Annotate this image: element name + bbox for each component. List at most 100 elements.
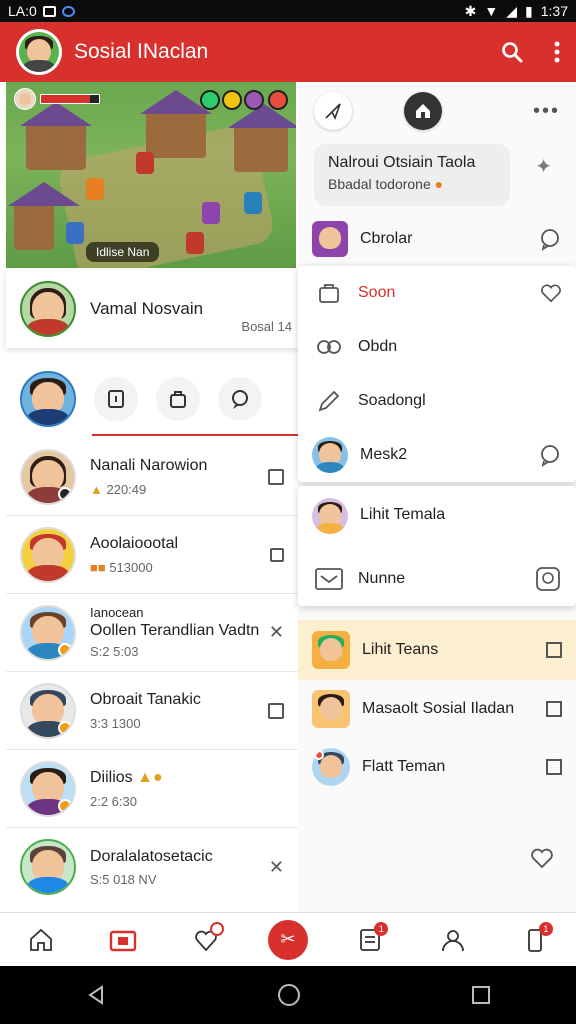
list-item[interactable]: Flatt Teman [298,738,576,796]
menu-item-obdn[interactable]: Obdn [298,320,576,374]
context-menu: Soon Obdn Soadongl Mesk2 [298,266,576,482]
heart-icon[interactable] [530,846,554,875]
nav-media[interactable] [103,920,143,960]
contact-sub: S:5 018 NV [90,872,157,888]
nav-favorites[interactable] [186,920,226,960]
menu-item-label: Soon [358,284,396,301]
submenu: Lihit Temala Nunne [298,486,576,606]
list-item[interactable]: Obroait Tanakic 3:3 1300 [6,672,298,750]
quick-actions [6,360,298,438]
panel-item[interactable]: Cbrolar [298,212,576,266]
sparkle-icon[interactable]: ✦ [535,154,552,179]
recents-icon[interactable] [471,985,491,1005]
menu-item-label: Mesk2 [360,446,408,463]
power-icon [268,90,288,110]
chat-icon[interactable] [538,227,562,251]
contact-name: Diilios [90,769,133,787]
list-item-label: Lihit Teans [362,641,439,658]
menu-item-label: Nunne [358,570,406,587]
app-icon [61,5,75,17]
home-button[interactable] [404,92,442,130]
profile-avatar[interactable] [16,29,62,75]
list-item-label: Flatt Teman [362,758,446,775]
avatar[interactable] [20,371,76,427]
featured-sub: Bosal 14 [241,319,292,334]
chat-icon[interactable] [538,443,562,467]
heart-icon[interactable] [540,282,562,304]
status-bar: LA:0 ✱ ▼ ◢ ▮ 1:37 [0,0,576,22]
system-nav [0,966,576,1024]
menu-item-nunne[interactable]: Nunne [298,552,576,606]
gallery-icon [42,5,56,17]
app-bar: Sosial INaclan [0,22,576,82]
contact-tag: Ianocean [90,605,144,621]
menu-item-mesk2[interactable]: Mesk2 [298,428,576,482]
panel-item-label: Cbrolar [360,230,413,247]
select-checkbox[interactable] [268,468,284,485]
trophy-icon: ▲ [90,481,107,497]
inbox-icon [312,562,346,596]
bubble-title: Nalroui Otsiain Taola [328,154,476,171]
select-checkbox[interactable] [546,701,562,717]
more-vert-icon[interactable] [554,41,560,63]
coins-icon: ■■ [90,559,110,575]
dismiss-icon[interactable]: ✕ [269,857,284,878]
info-icon [108,390,124,408]
message-bubble[interactable]: Nalroui Otsiain Taola Bbadal todorone ● [314,144,510,206]
side-panel: ••• Nalroui Otsiain Taola Bbadal todoron… [298,82,576,912]
menu-item-label: Obdn [358,338,398,355]
menu-item-lihit-temala[interactable]: Lihit Temala [298,486,576,552]
list-item[interactable]: Ianocean Oollen Terandlian Vadtn S:2 5:03 … [6,594,298,672]
contact-name: Obroait Tanakic [90,691,201,709]
nav-profile[interactable] [433,920,473,960]
nav-device[interactable]: 1 [515,920,555,960]
menu-item-soadongl[interactable]: Soadongl [298,374,576,428]
contact-name: Nanali Narowion [90,457,208,475]
chat-button[interactable] [218,377,262,421]
home-circle-icon[interactable] [277,983,301,1007]
select-checkbox[interactable] [546,759,562,775]
back-icon[interactable] [85,984,107,1006]
link-icon [312,330,346,364]
pen-icon [312,384,346,418]
select-checkbox[interactable] [268,702,284,719]
list-item[interactable]: Diilios ▲● 2:2 6:30 [6,750,298,828]
contact-sub: 2:2 6:30 [90,793,137,809]
bottom-nav: ✂ 1 1 [0,912,576,966]
message-icon[interactable] [534,565,562,593]
menu-item-label: Soadongl [358,392,426,409]
nav-center[interactable]: ✂ [267,919,308,960]
contact-name: Doralalatosetacic [90,847,213,865]
menu-item-label: Lihit Temala [360,506,446,523]
device-badge: 1 [538,921,553,936]
contact-name: Oollen Terandlian Vadtn [90,621,260,639]
select-checkbox[interactable] [270,547,284,562]
person-icon [441,929,464,951]
bag-button[interactable] [156,377,200,421]
search-icon[interactable] [500,40,524,64]
notes-badge: 1 [374,921,389,936]
trophy-icon: ▲● [137,769,163,787]
more-horiz-icon[interactable]: ••• [533,100,560,123]
list-item-highlighted[interactable]: Lihit Teans [298,620,576,680]
tab-indicator [92,434,298,436]
list-item[interactable]: Aoolaioootal ■■ 513000 [6,516,298,594]
send-button[interactable] [314,92,352,130]
game-banner[interactable]: Idlise Nan [6,82,296,268]
contact-sub: 220:49 [106,481,147,497]
nav-home[interactable] [21,920,61,960]
list-item[interactable]: Nanali Narowion ▲ 220:49 [6,438,298,516]
featured-contact[interactable]: Vamal Nosvain Bosal 14 [6,270,298,348]
chat-icon [232,390,248,409]
list-item[interactable]: Masaolt Sosial Iladan [298,680,576,738]
panel-toolbar: ••• [298,82,576,140]
menu-item-soon[interactable]: Soon [298,266,576,320]
list-item[interactable]: Doralalatosetacic S:5 018 NV ✕ [6,828,298,906]
status-text: LA:0 [8,3,37,19]
contact-sub: S:2 5:03 [90,643,139,659]
select-checkbox[interactable] [546,642,562,658]
info-button[interactable] [94,377,138,421]
nav-notes[interactable]: 1 [350,920,390,960]
dismiss-icon[interactable]: ✕ [269,622,284,643]
contact-name: Aoolaioootal [90,535,179,553]
